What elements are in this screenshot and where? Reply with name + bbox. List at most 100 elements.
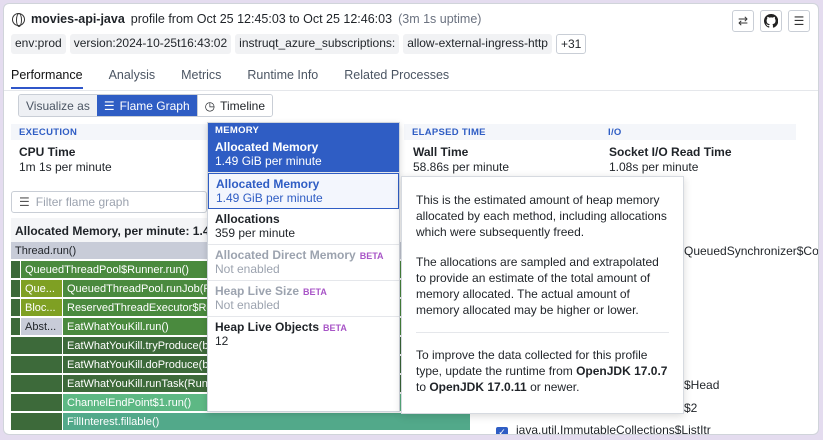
dropdown-item-name: Allocations	[215, 212, 280, 226]
memory-metric-dropdown: MEMORY Allocated Memory 1.49 GiB per min…	[207, 122, 400, 412]
flame-frame[interactable]	[11, 394, 63, 412]
flame-frame[interactable]	[11, 280, 21, 298]
tab-analysis[interactable]: Analysis	[109, 68, 156, 89]
timeline-option[interactable]: ◷ Timeline	[196, 95, 273, 116]
flame-frame[interactable]: Bloc...	[21, 299, 63, 317]
tooltip-upgrade-note: To improve the data collected for this p…	[416, 347, 669, 395]
timeline-label: Timeline	[220, 98, 266, 113]
tag-list: env:prod version:2024-10-25t16:43:02 ins…	[11, 34, 587, 54]
tab-performance[interactable]: Performance	[11, 68, 83, 89]
dropdown-item-title: Allocated Direct Memory BETA	[215, 248, 392, 262]
cpu-time-value: 1m 1s per minute	[19, 160, 112, 174]
dropdown-item-name: Allocated Direct Memory	[215, 248, 356, 262]
tab-runtime-info[interactable]: Runtime Info	[247, 68, 318, 89]
filter-icon: ☰	[19, 195, 30, 209]
filter-placeholder: Filter flame graph	[35, 195, 130, 209]
memory-header: MEMORY	[208, 123, 399, 137]
flame-frame[interactable]: Abst...	[21, 318, 63, 336]
beta-badge: BETA	[303, 287, 327, 297]
memory-selected-name: Allocated Memory	[215, 140, 319, 154]
dropdown-item-allocated-memory[interactable]: Allocated Memory 1.49 GiB per minute	[208, 173, 399, 209]
dropdown-item-title: Heap Live Objects BETA	[215, 320, 392, 334]
checkbox-checked-icon[interactable]: ✓	[496, 426, 508, 434]
dropdown-item-allocated-direct-memory: Allocated Direct Memory BETA Not enabled	[208, 245, 399, 281]
runtime-current: OpenJDK 17.0.7	[576, 364, 668, 378]
upgrade-text: to	[416, 380, 430, 394]
cpu-time-name[interactable]: CPU Time	[19, 145, 75, 159]
clock-icon: ◷	[204, 98, 216, 113]
tab-divider	[4, 90, 818, 91]
profile-range: profile from Oct 25 12:45:03 to Oct 25 1…	[130, 12, 393, 26]
tag-env[interactable]: env:prod	[11, 34, 66, 54]
tag-ingress[interactable]: allow-external-ingress-http	[403, 34, 552, 54]
header-title: movies-api-java profile from Oct 25 12:4…	[12, 12, 482, 27]
flame-frame[interactable]	[11, 375, 63, 393]
uptime: (3m 1s uptime)	[398, 12, 482, 26]
tab-related-processes[interactable]: Related Processes	[344, 68, 449, 89]
flame-frame[interactable]	[11, 318, 21, 336]
right-row-item[interactable]: ✓ java.util.ImmutableCollections$ListItr	[496, 423, 711, 435]
beta-badge: BETA	[323, 323, 347, 333]
flame-graph-title: Allocated Memory, per minute: 1.49 GiB	[11, 218, 207, 242]
dropdown-item-heap-live-objects[interactable]: Heap Live Objects BETA 12	[208, 317, 399, 353]
wall-time-name[interactable]: Wall Time	[413, 145, 468, 159]
tag-subscriptions[interactable]: instruqt_azure_subscriptions:	[235, 34, 400, 54]
filter-flame-graph-input[interactable]: ☰ Filter flame graph	[11, 191, 207, 213]
github-button[interactable]	[760, 10, 782, 32]
visualize-toggle: Visualize as ☰ Flame Graph ◷ Timeline	[18, 94, 274, 117]
service-name[interactable]: movies-api-java	[31, 12, 125, 26]
right-row-label: $2	[684, 401, 698, 415]
beta-badge: BETA	[359, 251, 384, 261]
dropdown-item-value: 1.49 GiB per minute	[216, 191, 323, 205]
dropdown-item-name: Heap Live Objects	[215, 320, 320, 334]
dropdown-item-heap-live-size: Heap Live Size BETA Not enabled	[208, 281, 399, 317]
flame-frame[interactable]	[11, 337, 63, 355]
tag-version[interactable]: version:2024-10-25t16:43:02	[69, 34, 232, 54]
flame-graph-label: Flame Graph	[119, 98, 190, 113]
memory-selected-value: 1.49 GiB per minute	[215, 154, 322, 168]
dropdown-item-name: Allocated Memory	[216, 177, 320, 191]
runtime-target: OpenJDK 17.0.11	[429, 380, 527, 394]
socket-io-value: 1.08s per minute	[609, 160, 699, 174]
list-settings-icon: ☰	[793, 14, 805, 28]
flame-graph-option[interactable]: ☰ Flame Graph	[96, 95, 197, 116]
flame-frame[interactable]	[11, 299, 21, 317]
flame-graph-icon: ☰	[103, 98, 115, 113]
right-row-label: java.util.ImmutableCollections$ListItr	[516, 423, 711, 435]
execution-header: EXECUTION	[11, 124, 207, 140]
tooltip-description: This is the estimated amount of heap mem…	[416, 193, 667, 239]
dropdown-item-title: Heap Live Size BETA	[215, 284, 392, 298]
compare-icon: ⇄	[737, 14, 749, 28]
dropdown-item-name: Heap Live Size	[215, 284, 300, 298]
more-tags-button[interactable]: +31	[555, 34, 587, 54]
wall-time-value: 58.86s per minute	[413, 160, 510, 174]
compare-button[interactable]: ⇄	[732, 10, 754, 32]
tooltip-divider	[416, 332, 669, 333]
flame-frame[interactable]: Que...	[21, 280, 63, 298]
memory-selected-metric[interactable]: Allocated Memory 1.49 GiB per minute	[208, 137, 399, 173]
dropdown-item-allocations[interactable]: Allocations 359 per minute	[208, 209, 399, 245]
globe-icon	[12, 12, 25, 27]
tab-bar: Performance Analysis Metrics Runtime Inf…	[11, 68, 449, 89]
metric-tooltip: This is the estimated amount of heap mem…	[401, 176, 684, 414]
github-icon	[764, 14, 778, 28]
tab-metrics[interactable]: Metrics	[181, 68, 221, 89]
dropdown-item-value: 12	[215, 334, 229, 348]
flame-frame[interactable]	[11, 261, 21, 279]
flame-frame[interactable]	[11, 356, 63, 374]
tooltip-sampling-note: The allocations are sampled and extrapol…	[416, 255, 659, 317]
list-settings-button[interactable]: ☰	[788, 10, 810, 32]
socket-io-name[interactable]: Socket I/O Read Time	[609, 145, 732, 159]
dropdown-item-value: Not enabled	[215, 262, 280, 276]
dropdown-item-value: 359 per minute	[215, 226, 296, 240]
right-row-label: $Head	[684, 378, 720, 392]
io-header: I/O	[600, 124, 796, 140]
flame-frame[interactable]	[11, 413, 63, 431]
elapsed-header: ELAPSED TIME	[404, 124, 600, 140]
upgrade-text: or newer.	[526, 380, 580, 394]
dropdown-item-value: Not enabled	[215, 298, 280, 312]
flame-frame[interactable]: FillInterest.fillable()	[63, 413, 471, 431]
right-row-label: QueuedSynchronizer$Condi	[684, 244, 819, 258]
visualize-label: Visualize as	[19, 95, 97, 116]
profile-window: movies-api-java profile from Oct 25 12:4…	[3, 3, 819, 435]
